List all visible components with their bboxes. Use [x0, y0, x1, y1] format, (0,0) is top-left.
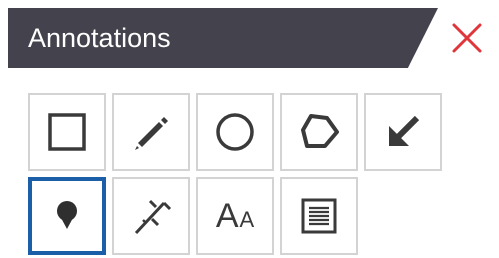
close-button[interactable]	[444, 15, 490, 61]
panel-header: Annotations	[0, 0, 499, 78]
note-lines-icon	[301, 198, 337, 234]
tool-polygon[interactable]	[280, 93, 358, 171]
title-bar: Annotations	[8, 8, 438, 68]
arrow-down-left-icon	[389, 115, 420, 146]
tool-pen[interactable]	[112, 93, 190, 171]
caliper-icon	[134, 199, 172, 235]
map-pin-icon	[57, 201, 77, 229]
square-outline-icon	[48, 113, 86, 151]
polygon-outline-icon	[301, 114, 339, 148]
tool-pin[interactable]	[28, 177, 106, 255]
circle-outline-icon	[216, 113, 254, 151]
text-icon-large-letter: A	[215, 197, 239, 235]
tool-arrow[interactable]	[364, 93, 442, 171]
text-icon-small-letter: A	[239, 207, 255, 232]
tool-ellipse[interactable]	[196, 93, 274, 171]
tool-note[interactable]	[280, 177, 358, 255]
tool-rectangle[interactable]	[28, 93, 106, 171]
text-size-icon: AA	[216, 199, 254, 233]
close-x-icon	[452, 23, 482, 53]
tool-measure[interactable]	[112, 177, 190, 255]
pencil-icon	[135, 117, 168, 150]
tool-text[interactable]: AA	[196, 177, 274, 255]
panel-title: Annotations	[28, 23, 171, 53]
